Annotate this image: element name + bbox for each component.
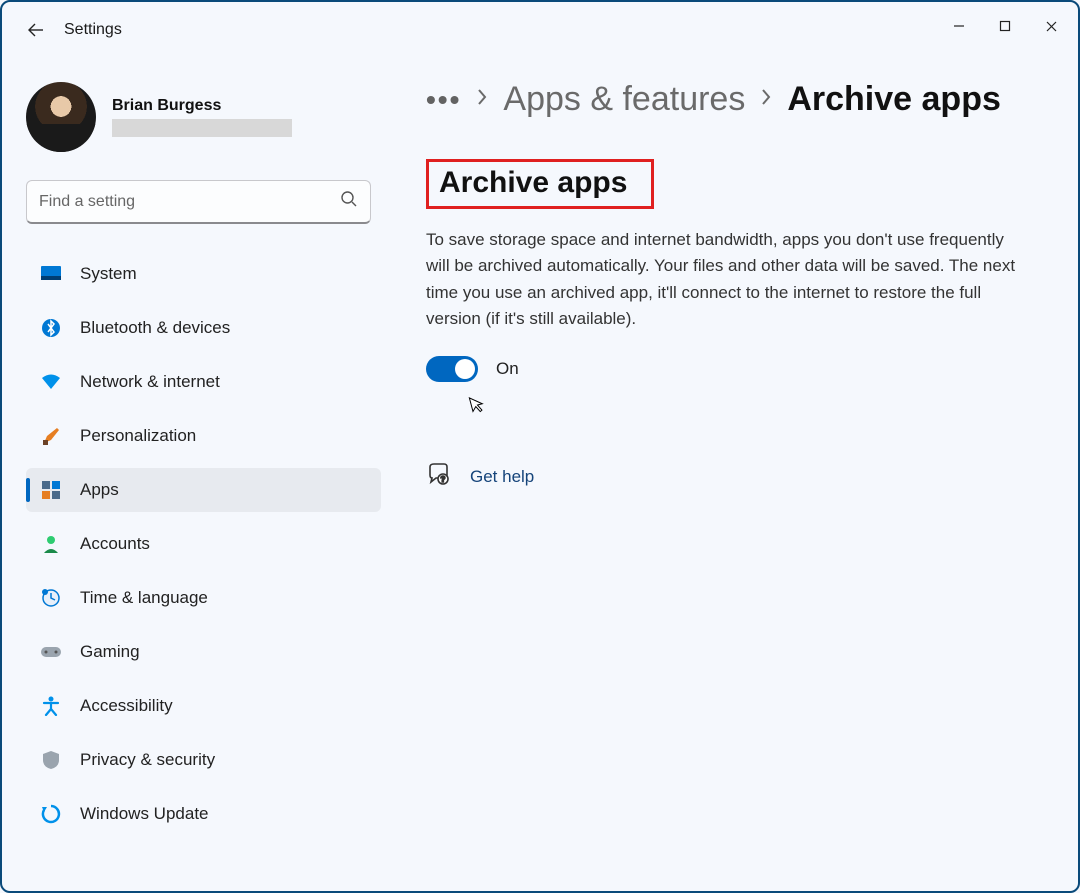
nav-item-privacy[interactable]: Privacy & security: [26, 738, 381, 782]
header: Settings: [26, 20, 122, 40]
profile-email-redacted: [112, 119, 292, 137]
search-box[interactable]: [26, 180, 371, 224]
nav-item-time[interactable]: Time & language: [26, 576, 381, 620]
chevron-right-icon: [759, 86, 773, 113]
archive-toggle[interactable]: [426, 356, 478, 382]
accessibility-icon: [40, 695, 62, 717]
update-icon: [40, 803, 62, 825]
chevron-right-icon: [475, 86, 489, 113]
close-button[interactable]: [1028, 10, 1074, 42]
back-button[interactable]: [26, 20, 46, 40]
profile-block[interactable]: Brian Burgess: [26, 82, 381, 152]
help-icon: ?: [426, 462, 450, 491]
system-icon: [40, 263, 62, 285]
nav-item-personalization[interactable]: Personalization: [26, 414, 381, 458]
nav-item-update[interactable]: Windows Update: [26, 792, 381, 836]
nav-label: Privacy & security: [80, 750, 215, 770]
maximize-button[interactable]: [982, 10, 1028, 42]
toggle-row: On: [426, 356, 1058, 382]
search-icon: [340, 190, 358, 213]
help-row: ? Get help: [426, 462, 1058, 491]
section-title: Archive apps: [439, 166, 627, 200]
nav-label: Network & internet: [80, 372, 220, 392]
toggle-knob: [455, 359, 475, 379]
nav-item-accessibility[interactable]: Accessibility: [26, 684, 381, 728]
nav-label: Time & language: [80, 588, 208, 608]
clock-icon: [40, 587, 62, 609]
shield-icon: [40, 749, 62, 771]
nav-label: Accounts: [80, 534, 150, 554]
minimize-button[interactable]: [936, 10, 982, 42]
nav-item-bluetooth[interactable]: Bluetooth & devices: [26, 306, 381, 350]
nav-item-accounts[interactable]: Accounts: [26, 522, 381, 566]
nav-label: Gaming: [80, 642, 140, 662]
nav-item-gaming[interactable]: Gaming: [26, 630, 381, 674]
breadcrumb-parent[interactable]: Apps & features: [503, 80, 745, 119]
sidebar: Brian Burgess System Bluetooth & devices: [26, 82, 381, 844]
nav-item-apps[interactable]: Apps: [26, 468, 381, 512]
breadcrumb-more[interactable]: •••: [426, 84, 461, 116]
search-input[interactable]: [39, 193, 340, 211]
highlight-annotation: Archive apps: [426, 159, 654, 209]
wifi-icon: [40, 371, 62, 393]
nav-list: System Bluetooth & devices Network & int…: [26, 252, 381, 844]
profile-name: Brian Burgess: [112, 97, 292, 115]
breadcrumb: ••• Apps & features Archive apps: [426, 80, 1058, 119]
section-description: To save storage space and internet bandw…: [426, 227, 1026, 332]
person-icon: [40, 533, 62, 555]
breadcrumb-current: Archive apps: [787, 80, 1001, 119]
nav-item-system[interactable]: System: [26, 252, 381, 296]
get-help-link[interactable]: Get help: [470, 467, 534, 487]
nav-label: Bluetooth & devices: [80, 318, 230, 338]
svg-text:?: ?: [441, 475, 446, 484]
apps-icon: [40, 479, 62, 501]
bluetooth-icon: [40, 317, 62, 339]
cursor-icon: [467, 393, 489, 422]
app-title: Settings: [64, 21, 122, 39]
nav-label: Windows Update: [80, 804, 209, 824]
main-content: ••• Apps & features Archive apps Archive…: [426, 80, 1058, 491]
gamepad-icon: [40, 641, 62, 663]
nav-label: Accessibility: [80, 696, 173, 716]
nav-label: Apps: [80, 480, 119, 500]
titlebar: [2, 2, 1078, 50]
avatar: [26, 82, 96, 152]
brush-icon: [40, 425, 62, 447]
nav-label: Personalization: [80, 426, 196, 446]
nav-item-network[interactable]: Network & internet: [26, 360, 381, 404]
nav-label: System: [80, 264, 137, 284]
toggle-state-label: On: [496, 359, 519, 379]
